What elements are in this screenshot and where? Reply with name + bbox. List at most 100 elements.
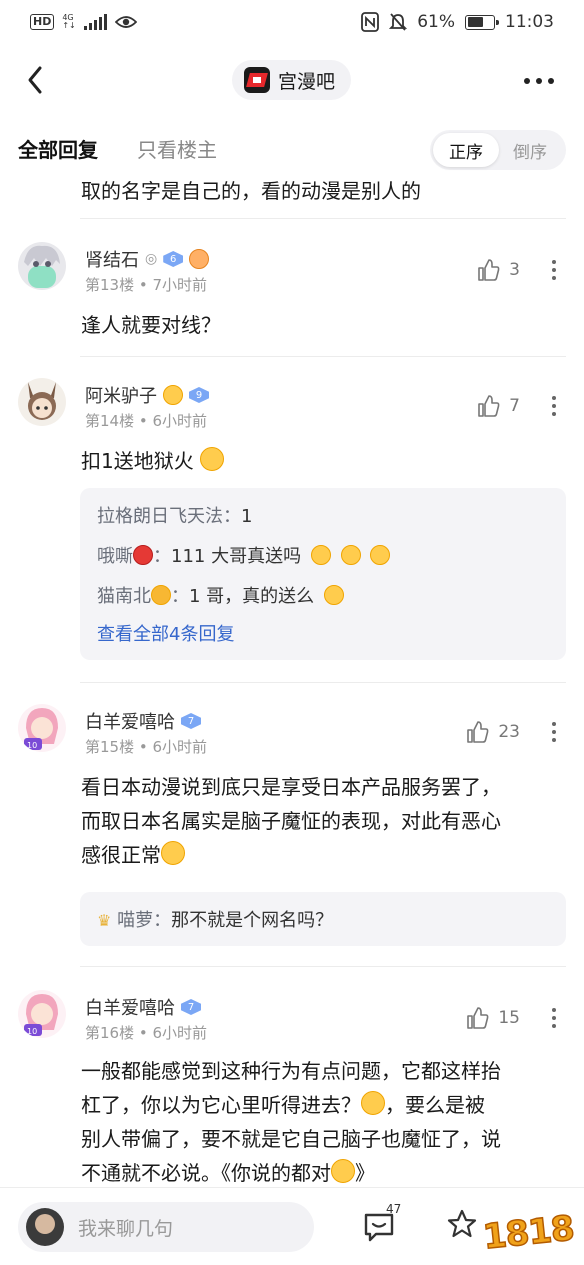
post-text-line: 而取日本名属实是脑子魔怔的表现，对此有恶心: [81, 809, 501, 833]
like-count: 3: [509, 260, 520, 280]
reply-input-placeholder: 我来聊几句: [78, 1217, 174, 1240]
like-count: 23: [498, 722, 520, 742]
status-bar: HD 4G ↑↓ 61% 11:03: [0, 0, 584, 44]
signal-icon: [83, 14, 107, 30]
sub-reply[interactable]: 哦嘶 ：111 大哥真送吗: [97, 542, 554, 568]
floor-number: 第16楼: [85, 1024, 135, 1042]
sweat-emoji-icon: [161, 841, 185, 865]
like-count: 15: [498, 1008, 520, 1028]
level-badge: 9: [189, 387, 209, 403]
thumbs-up-icon: [467, 1007, 489, 1029]
favorite-star-icon[interactable]: [446, 1208, 478, 1240]
reply-input[interactable]: 我来聊几句: [18, 1202, 314, 1252]
like-button[interactable]: 23: [466, 720, 520, 744]
divider: [80, 218, 566, 219]
reply-text: 1 哥，真的送么: [189, 586, 315, 607]
like-button[interactable]: 3: [477, 258, 520, 282]
reply-filter-tabs: 全部回复 只看楼主 正序 倒序: [0, 130, 584, 174]
sub-reply[interactable]: ♛ 喵萝：那不就是个网名吗？: [97, 906, 554, 932]
username[interactable]: 阿米驴子 9: [85, 382, 209, 408]
avatar[interactable]: 10: [18, 990, 66, 1038]
post-content: 看日本动漫说到底只是享受日本产品服务罢了， 而取日本名属实是脑子魔怔的表现，对此…: [81, 770, 560, 872]
sub-reply-box: 拉格朗日飞天法：1 哦嘶 ：111 大哥真送吗 猫南北 ：1 哥，真的送么 查看全部…: [80, 488, 566, 660]
reply-author[interactable]: 哦嘶: [97, 546, 133, 567]
shocked-emoji-icon: [340, 545, 361, 565]
post-time: 6小时前: [152, 412, 208, 430]
sort-descending[interactable]: 倒序: [497, 133, 563, 167]
avatar[interactable]: [18, 378, 66, 426]
crown-icon: ♛: [97, 911, 112, 930]
mute-icon: [389, 13, 408, 31]
post-menu-icon[interactable]: [552, 260, 556, 280]
clock: 11:03: [505, 12, 554, 32]
floor-number: 第14楼: [85, 412, 135, 430]
post-menu-icon[interactable]: [552, 722, 556, 742]
post-meta: 第14楼 • 6小时前: [85, 412, 208, 430]
network-type: 4G ↑↓: [62, 13, 76, 30]
divider: [80, 966, 566, 967]
nfc-icon: [361, 12, 380, 32]
my-avatar: [26, 1208, 64, 1246]
reply-author[interactable]: 猫南北: [97, 586, 151, 607]
sweat-emoji-icon: [361, 1091, 385, 1115]
floor-number: 第13楼: [85, 276, 135, 294]
post-content: 扣1送地狱火: [81, 444, 560, 478]
floor-number: 第15楼: [85, 738, 135, 756]
smile-emoji-icon: [323, 585, 344, 605]
post-text-line: 一般都能感觉到这种行为有点问题，它都这样抬: [81, 1059, 501, 1083]
username[interactable]: 白羊爱嘻哈 7: [85, 994, 201, 1020]
post-text-line: 不通就不必说。《你说的都对》: [81, 1159, 375, 1185]
svg-text:10: 10: [27, 1027, 37, 1036]
forum-logo-icon: [244, 67, 270, 93]
tiger-emoji-icon: [151, 585, 171, 605]
post-text-line: 看日本动漫说到底只是享受日本产品服务罢了，: [81, 775, 501, 799]
level-badge: 7: [181, 999, 201, 1015]
sweat-smile-emoji-icon: [331, 1159, 355, 1183]
level-badge: 6: [163, 251, 184, 267]
reply-author[interactable]: 喵萝: [117, 910, 153, 931]
sub-reply[interactable]: 拉格朗日飞天法：1: [97, 502, 554, 528]
reply-text: 1: [241, 506, 253, 527]
thumbs-up-icon: [478, 259, 500, 281]
post-time: 7小时前: [152, 276, 208, 294]
battery-icon: [465, 14, 499, 30]
username[interactable]: 肾结石 ◎ 6: [85, 246, 210, 272]
post-content: 逢人就要对线？: [81, 313, 221, 337]
sort-ascending[interactable]: 正序: [433, 133, 499, 167]
thumbs-up-icon: [467, 721, 489, 743]
tab-host-only[interactable]: 只看楼主: [137, 134, 217, 163]
like-button[interactable]: 7: [477, 394, 520, 418]
post-time: 6小时前: [152, 1024, 208, 1042]
sub-reply[interactable]: 猫南北 ：1 哥，真的送么: [97, 582, 554, 608]
post-text: ，要么是被: [385, 1093, 485, 1117]
like-count: 7: [509, 396, 520, 416]
like-button[interactable]: 15: [466, 1006, 520, 1030]
divider: [80, 682, 566, 683]
post-text-line: 别人带偏了，要不就是它自己脑子也魔怔了，说: [81, 1127, 501, 1151]
bottom-action-bar: 我来聊几句 47 1818: [0, 1187, 584, 1265]
view-all-replies-link[interactable]: 查看全部4条回复: [97, 620, 234, 646]
divider: [80, 356, 566, 357]
avatar[interactable]: [18, 242, 66, 290]
reply-author[interactable]: 拉格朗日飞天法: [97, 506, 223, 527]
reply-text: 那不就是个网名吗？: [171, 910, 334, 931]
username[interactable]: 白羊爱嘻哈 7: [85, 708, 201, 734]
post-menu-icon[interactable]: [552, 396, 556, 416]
username-text: 白羊爱嘻哈: [85, 998, 175, 1019]
tab-all-replies[interactable]: 全部回复: [18, 134, 98, 163]
cat-emoji-icon: [163, 385, 183, 405]
post-meta: 第15楼 • 6小时前: [85, 738, 208, 756]
eye-icon: [114, 16, 137, 28]
post-text-line: 感很正常: [81, 838, 560, 872]
forum-name: 宫漫吧: [278, 70, 336, 93]
post-time: 6小时前: [152, 738, 208, 756]
more-icon[interactable]: [524, 78, 554, 84]
post-menu-icon[interactable]: [552, 1008, 556, 1028]
top-nav: 宫漫吧: [0, 52, 584, 108]
avatar[interactable]: 10: [18, 704, 66, 752]
back-arrow-icon[interactable]: [22, 60, 52, 100]
forum-name-chip[interactable]: 宫漫吧: [232, 60, 352, 100]
level-badge: 7: [181, 713, 201, 729]
fire-emoji-icon: [189, 249, 210, 269]
post-text: 扣1送地狱火: [81, 449, 194, 473]
